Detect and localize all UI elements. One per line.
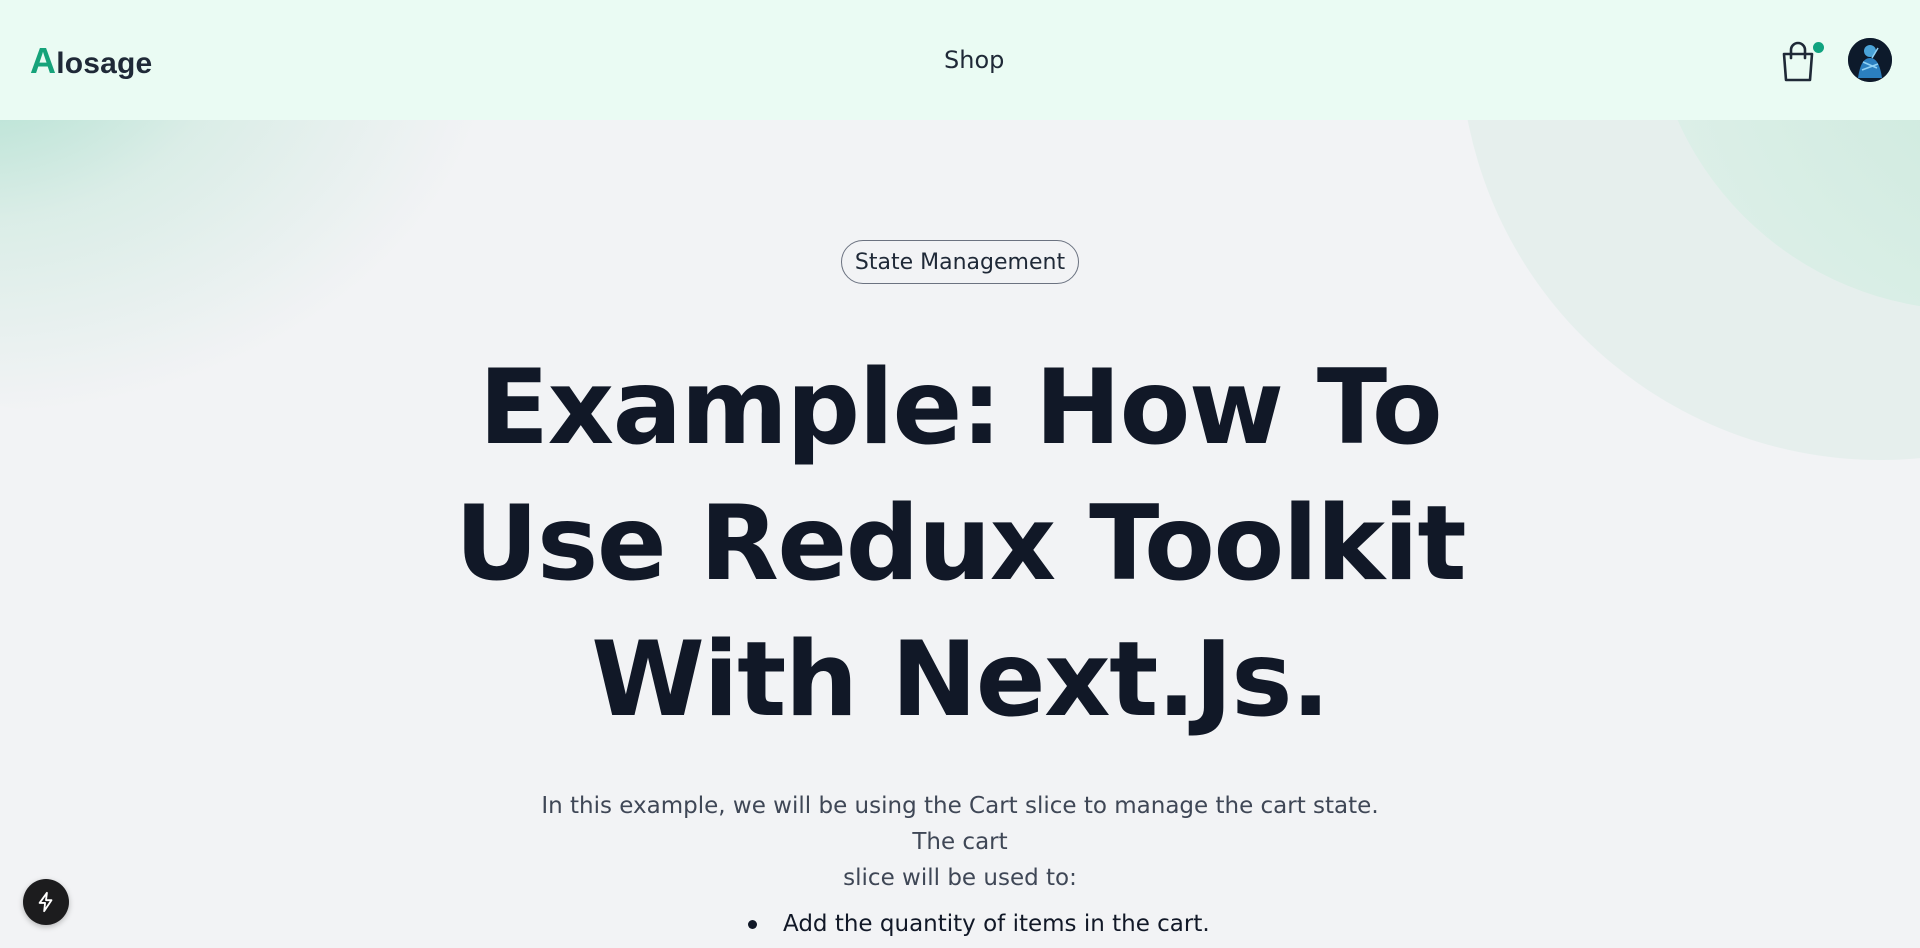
logo[interactable]: Alosage — [30, 40, 152, 82]
title-line-3: With Next.Js. — [591, 620, 1330, 740]
intro-line-1: In this example, we will be using the Ca… — [541, 793, 1379, 855]
page: Alosage Shop State Management Example: H… — [0, 0, 1920, 948]
title-line-1: Example: How To — [478, 348, 1443, 468]
top-navbar: Alosage Shop — [0, 0, 1920, 120]
category-tag[interactable]: State Management — [841, 240, 1079, 284]
intro-paragraph: In this example, we will be using the Ca… — [520, 788, 1400, 896]
page-title: Example: How To Use Redux Toolkit With N… — [410, 340, 1510, 748]
user-avatar-icon — [1848, 38, 1892, 82]
nav-link-shop[interactable]: Shop — [944, 46, 1004, 74]
title-line-2: Use Redux Toolkit — [454, 484, 1467, 604]
avatar[interactable] — [1848, 38, 1892, 82]
logo-text: losage — [56, 47, 153, 80]
feature-list: Add the quantity of items in the cart. — [748, 906, 1210, 942]
dev-tools-button[interactable] — [23, 879, 69, 925]
shopping-bag-icon — [1782, 41, 1814, 82]
logo-mark: A — [30, 40, 57, 81]
lightning-icon — [38, 891, 53, 913]
cart-button[interactable] — [1778, 40, 1818, 84]
bullet-dot — [748, 919, 757, 929]
list-item-text: Add the quantity of items in the cart. — [783, 911, 1210, 937]
intro-line-2: slice will be used to: — [843, 865, 1077, 891]
list-item: Add the quantity of items in the cart. — [748, 906, 1210, 942]
cart-notification-dot — [1813, 42, 1824, 53]
